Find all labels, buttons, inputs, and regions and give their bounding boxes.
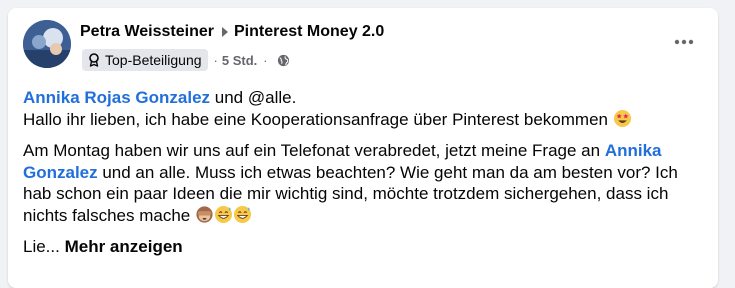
- meta-separator-2: ·: [263, 52, 268, 68]
- more-options-button[interactable]: [666, 30, 702, 54]
- caret-right-icon: [221, 26, 229, 38]
- award-ribbon-icon: [89, 53, 99, 67]
- paragraph-1: Annika Rojas Gonzalez und @alle. Hallo i…: [23, 87, 706, 130]
- truncated-text: Lie...: [23, 237, 60, 256]
- meta-separator: ·: [213, 52, 218, 68]
- paragraph-2-text-end: und an alle. Muss ich etwas beachten? Wi…: [23, 162, 678, 225]
- paragraph-1-text: und @alle.: [210, 88, 297, 107]
- grinning-sweat-emoji-2: [233, 205, 252, 224]
- badge-label: Top-Beteiligung: [105, 52, 202, 68]
- paragraph-1-line-2: Hallo ihr lieben, ich habe eine Kooperat…: [23, 109, 613, 129]
- avatar[interactable]: [23, 20, 71, 68]
- author-name[interactable]: Petra Weissteiner: [80, 23, 214, 41]
- see-no-evil-monkey-emoji: [195, 205, 214, 224]
- more-dots-icon: [674, 39, 694, 45]
- truncated-paragraph: Lie... Mehr anzeigen: [23, 236, 706, 258]
- post-time[interactable]: 5 Std.: [222, 53, 257, 68]
- group-name[interactable]: Pinterest Money 2.0: [234, 23, 384, 41]
- post-meta: Top-Beteiligung · 5 Std. ·: [82, 49, 290, 71]
- paragraph-2: Am Montag haben wir uns auf ein Telefona…: [23, 140, 706, 226]
- globe-icon[interactable]: [277, 54, 290, 67]
- paragraph-2-text-start: Am Montag haben wir uns auf ein Telefona…: [23, 141, 605, 160]
- see-more-button[interactable]: Mehr anzeigen: [65, 237, 183, 256]
- post-body: Annika Rojas Gonzalez und @alle. Hallo i…: [23, 87, 706, 258]
- post-card: Petra Weissteiner Pinterest Money 2.0 To…: [8, 8, 718, 288]
- mention-link[interactable]: Annika Rojas Gonzalez: [23, 88, 210, 107]
- post-header-title: Petra Weissteiner Pinterest Money 2.0: [80, 23, 384, 41]
- grinning-sweat-emoji: [214, 205, 233, 224]
- top-contributor-badge[interactable]: Top-Beteiligung: [82, 49, 208, 71]
- star-struck-emoji: [613, 109, 632, 128]
